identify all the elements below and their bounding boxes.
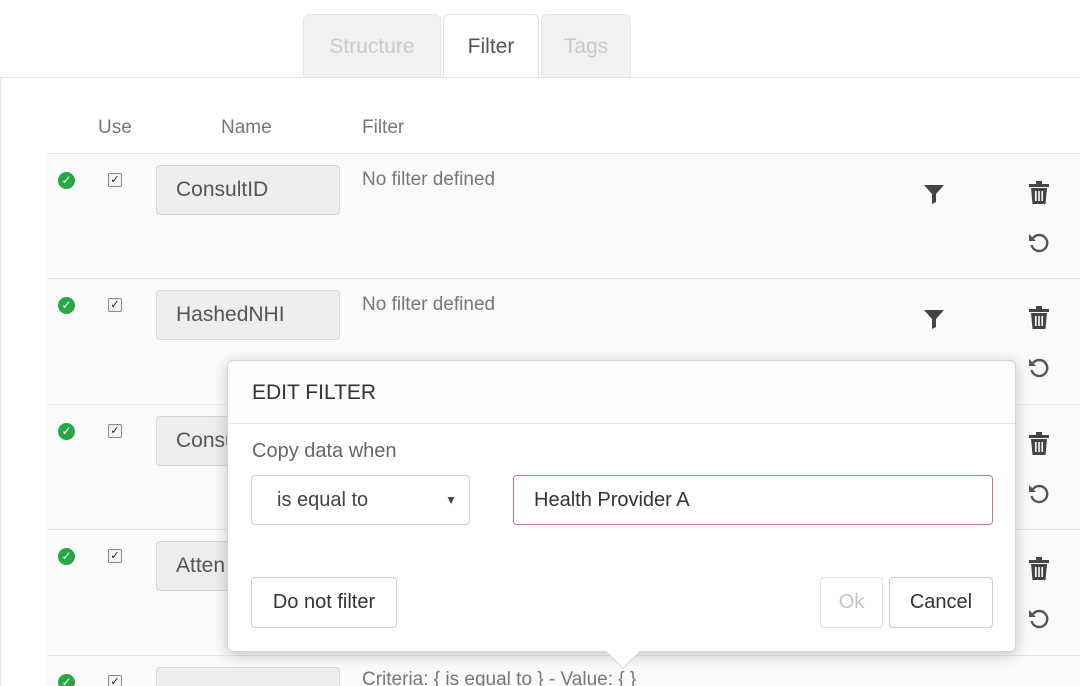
operator-select[interactable]: is equal to ▼ [251,475,470,525]
trash-icon[interactable] [1028,305,1050,331]
use-checkbox[interactable]: ✓ [108,298,122,312]
table-row: ✓ ✓ ConsultID No filter defined [46,153,1080,278]
filter-summary: Criteria: { is equal to } - Value: { } [362,669,637,686]
table-row: ✓ ✓ Criteria: { is equal to } - Value: {… [46,655,1080,686]
undo-icon[interactable] [1027,230,1051,254]
copy-data-label: Copy data when [252,440,397,462]
check-circle-icon: ✓ [58,172,75,189]
filter-summary: No filter defined [362,294,496,315]
caret-down-icon: ▼ [445,493,457,507]
cancel-button[interactable]: Cancel [889,577,993,628]
filter-summary: No filter defined [362,169,496,190]
use-checkbox[interactable]: ✓ [108,675,122,686]
undo-icon[interactable] [1027,606,1051,630]
tab-bar: Structure Filter Tags [303,14,631,78]
dialog-header: EDIT FILTER [228,361,1015,424]
funnel-icon[interactable] [922,182,946,206]
check-circle-icon: ✓ [58,297,75,314]
undo-icon[interactable] [1027,355,1051,379]
ok-button[interactable]: Ok [820,577,883,628]
tab-structure[interactable]: Structure [303,14,441,78]
undo-icon[interactable] [1027,481,1051,505]
trash-icon[interactable] [1028,556,1050,582]
column-header-filter: Filter [362,117,405,138]
column-header-use: Use [98,117,132,138]
do-not-filter-button[interactable]: Do not filter [251,577,397,628]
funnel-icon[interactable] [922,307,946,331]
use-checkbox[interactable]: ✓ [108,549,122,563]
use-checkbox[interactable]: ✓ [108,173,122,187]
edit-filter-dialog: EDIT FILTER Copy data when is equal to ▼… [227,360,1016,669]
column-name-field[interactable]: HashedNHI [156,290,340,340]
column-name-field[interactable]: ConsultID [156,165,340,215]
tab-filter[interactable]: Filter [443,14,539,78]
dialog-title: EDIT FILTER [252,381,377,404]
check-circle-icon: ✓ [58,674,75,686]
trash-icon[interactable] [1028,431,1050,457]
tab-tags[interactable]: Tags [541,14,631,78]
operator-selected-value: is equal to [277,489,369,511]
filter-value-input[interactable] [513,475,993,525]
check-circle-icon: ✓ [58,548,75,565]
trash-icon[interactable] [1028,180,1050,206]
use-checkbox[interactable]: ✓ [108,424,122,438]
column-name-field[interactable] [156,667,340,686]
column-header-name: Name [221,117,272,138]
check-circle-icon: ✓ [58,423,75,440]
